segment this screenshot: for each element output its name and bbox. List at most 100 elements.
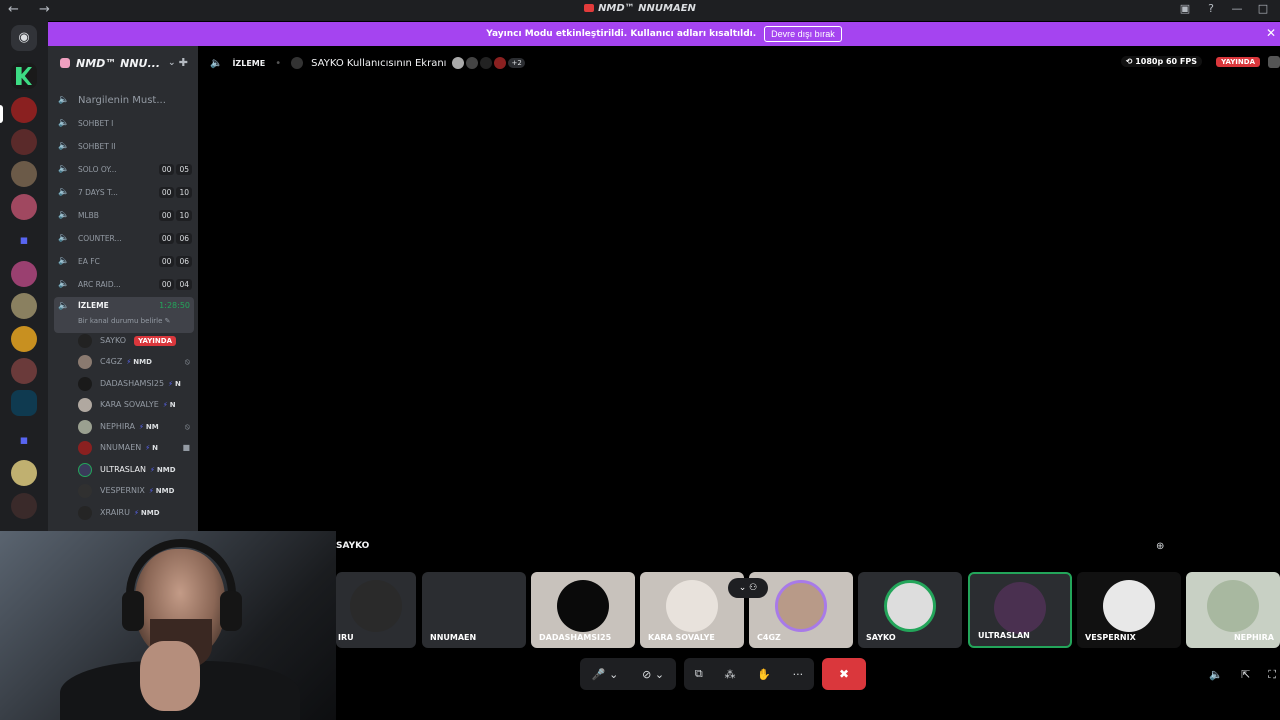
camera-icon: ■ [182, 443, 190, 452]
channel-status[interactable]: Bir kanal durumu belirle ✎ [78, 317, 171, 325]
avatar [350, 580, 402, 632]
folder-icon-2[interactable]: ▪ [11, 428, 37, 454]
stream-title: SAYKO Kullanıcısının Ekranı [311, 57, 447, 69]
participant-tile[interactable]: SAYKO [858, 572, 962, 648]
avatar [78, 462, 92, 477]
server-icon-9[interactable] [11, 493, 37, 519]
server-icon-5[interactable] [11, 261, 37, 287]
participant-tile[interactable]: DADASHAMSI25 [531, 572, 635, 648]
participant-tile[interactable]: IRU [336, 572, 416, 648]
viewer-count[interactable]: +2 [508, 58, 525, 68]
avatar [994, 582, 1046, 634]
voice-member[interactable]: NEPHIRANM⦸ [78, 416, 190, 437]
tile-options-button[interactable]: ⌄ ⚇ [728, 578, 768, 598]
server-header[interactable]: NMD™ NNU... ⌄ ✚ [48, 46, 198, 80]
participant-tile[interactable]: NEPHIRA [1186, 572, 1280, 648]
participant-tile-speaking[interactable]: ULTRASLAN [968, 572, 1072, 648]
viewer-avatar [452, 57, 465, 69]
avatar [78, 376, 92, 391]
separator: • [275, 57, 282, 69]
participant-tile[interactable]: VESPERNIX [1077, 572, 1181, 648]
server-icon-2[interactable] [11, 129, 37, 155]
disconnect-button[interactable]: ✖ [822, 658, 866, 690]
voice-channel[interactable]: 🔈 Nargilenin Must... [54, 90, 194, 110]
close-icon[interactable]: ✕ [1266, 26, 1276, 40]
live-badge: YAYINDA [1216, 57, 1260, 67]
avatar [1103, 580, 1155, 632]
voice-channel[interactable]: 🔈 SOHBET I [54, 113, 194, 133]
member-count: 00 04 [158, 278, 192, 290]
activities-icon[interactable]: ⁂ [724, 668, 735, 681]
maximize-button[interactable]: □ [1256, 2, 1270, 15]
server-icon-3[interactable] [11, 161, 37, 187]
volume-icon[interactable]: 🔈 [1209, 668, 1223, 682]
server-icon-nmd[interactable] [11, 97, 37, 123]
discord-home-icon[interactable]: ◉ [11, 25, 37, 51]
zoom-icon[interactable]: ⊕ [1156, 541, 1164, 552]
server-icon-4[interactable] [11, 194, 37, 220]
k-logo-icon [16, 67, 32, 85]
avatar [78, 483, 92, 498]
server-icon-7[interactable] [11, 358, 37, 384]
voice-channel[interactable]: 🔈 SOLO OY... 00 05 [54, 159, 194, 179]
voice-member[interactable]: ULTRASLANNMD [78, 459, 190, 480]
member-count: 00 10 [158, 209, 192, 221]
live-badge: YAYINDA [134, 335, 176, 346]
screen-share-icon[interactable]: ⧉ [695, 667, 703, 681]
avatar [78, 505, 92, 520]
more-options-icon[interactable]: ··· [793, 668, 804, 681]
voice-channel[interactable]: 🔈 COUNTER... 00 06 [54, 228, 194, 248]
speaker-icon: 🔈 [58, 164, 70, 174]
soundboard-icon[interactable]: ✋ [757, 668, 771, 681]
window-title: NMD™ NNUMAEN [0, 3, 1280, 14]
inbox-icon[interactable]: ▣ [1178, 2, 1192, 15]
disable-streamer-mode-button[interactable]: Devre dışı bırak [764, 26, 842, 42]
add-member-icon[interactable]: ✚ [179, 56, 188, 69]
voice-channel-active[interactable]: 🔈 İZLEME 1:28:50 Bir kanal durumu belirl… [54, 297, 194, 333]
participant-tile[interactable]: NNUMAEN [422, 572, 526, 648]
viewer-avatar [480, 57, 493, 69]
member-count: 00 05 [158, 163, 192, 175]
popout-icon[interactable]: ⇱ [1241, 668, 1250, 682]
server-icon-h[interactable] [11, 390, 37, 416]
voice-channel[interactable]: 🔈 SOHBET II [54, 136, 194, 156]
speaker-icon: 🔈 [58, 210, 70, 220]
server-icon-8[interactable] [11, 460, 37, 486]
voice-channel[interactable]: 🔈 MLBB 00 10 [54, 205, 194, 225]
fullscreen-icon[interactable]: ⛶ [1268, 668, 1276, 682]
voice-member[interactable]: KARA SOVALYEN [78, 394, 190, 415]
voice-member[interactable]: SAYKO YAYINDA [78, 330, 190, 351]
voice-channel[interactable]: 🔈 7 DAYS T... 00 10 [54, 182, 194, 202]
server-icon-k[interactable] [11, 63, 37, 89]
server-icon-6[interactable] [11, 293, 37, 319]
voice-member[interactable]: VESPERNIXNMD [78, 480, 190, 501]
voice-member[interactable]: XRAIRUNMD [78, 502, 190, 523]
voice-member[interactable]: NNUMAENN■ [78, 437, 190, 458]
stage-channel-name: İZLEME [232, 58, 266, 68]
speaker-icon: 🔈 [58, 279, 70, 289]
voice-member[interactable]: DADASHAMSI25N [78, 373, 190, 394]
server-icon-sunflower[interactable] [11, 326, 37, 352]
webcam-overlay [0, 531, 336, 720]
avatar [1207, 580, 1259, 632]
voice-channel[interactable]: 🔈 EA FC 00 06 [54, 251, 194, 271]
avatar [78, 333, 92, 348]
camera-button[interactable]: ⊘ ⌄ [642, 668, 664, 681]
muted-icon: ⦸ [184, 421, 190, 431]
chat-icon[interactable] [1268, 56, 1280, 68]
folder-icon[interactable]: ▪ [11, 228, 37, 254]
avatar [884, 580, 936, 632]
stream-quality-badge: ⟲ 1080p 60 FPS [1120, 56, 1202, 67]
member-count: 00 10 [158, 186, 192, 198]
speaker-icon: 🔈 [58, 118, 70, 128]
avatar [775, 580, 827, 632]
help-icon[interactable]: ? [1204, 2, 1218, 15]
voice-channel[interactable]: 🔈 ARC RAID... 00 04 [54, 274, 194, 294]
minimize-button[interactable]: — [1230, 2, 1244, 15]
speaker-icon: 🔈 [58, 233, 70, 243]
avatar [666, 580, 718, 632]
speaker-icon: 🔈 [58, 141, 70, 151]
microphone-button[interactable]: 🎤 ⌄ [592, 668, 618, 681]
headset-cup-left [122, 591, 144, 631]
voice-member[interactable]: C4GZNMD⦸ [78, 351, 190, 372]
